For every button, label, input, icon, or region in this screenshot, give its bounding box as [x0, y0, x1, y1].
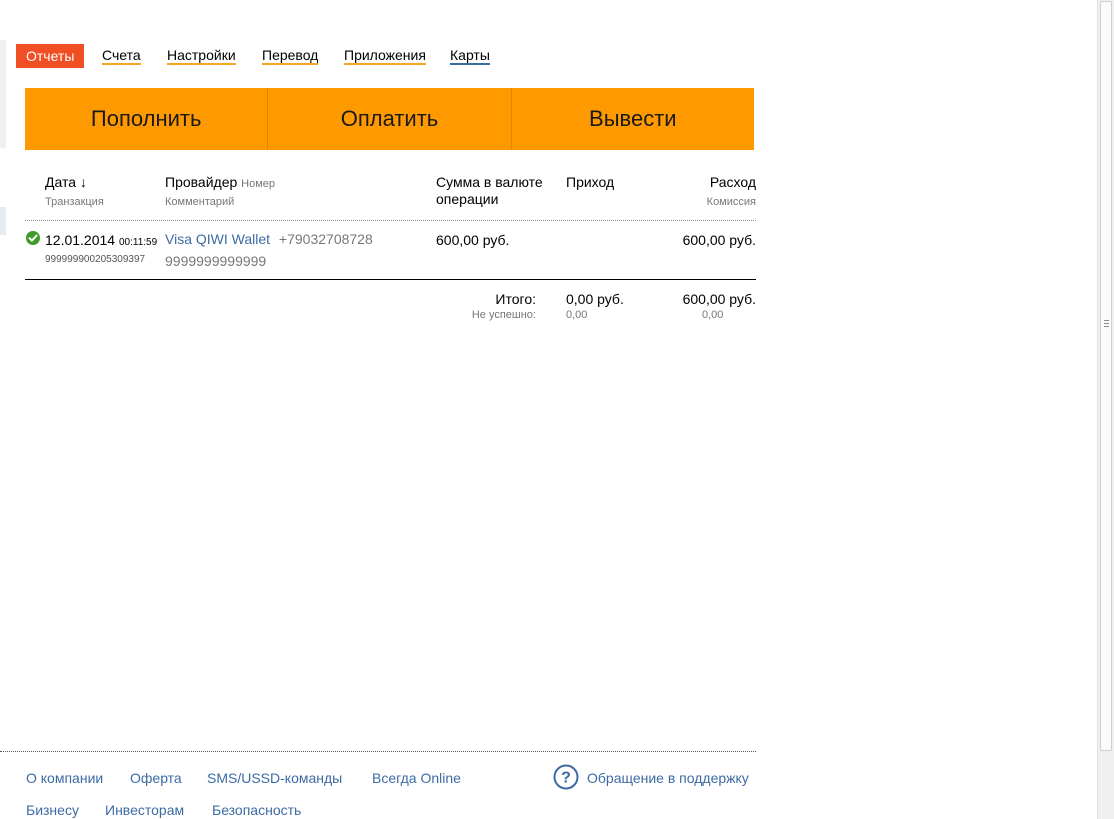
- footer-divider: [0, 751, 756, 752]
- row-provider-cell: Visa QIWI Wallet +79032708728: [165, 231, 373, 247]
- income-column-header: Приход: [566, 174, 615, 190]
- footer-link-about[interactable]: О компании: [26, 770, 103, 786]
- provider-header-label: Провайдер: [165, 174, 238, 190]
- tab-settings-label: Настройки: [167, 47, 236, 65]
- action-bar: Пополнить Оплатить Вывести: [25, 88, 754, 150]
- failed-label: Не успешно:: [471, 309, 536, 321]
- footer-link-security[interactable]: Безопасность: [212, 802, 301, 818]
- pay-button[interactable]: Оплатить: [267, 88, 510, 150]
- row-time: 00:11:59: [118, 237, 158, 248]
- failed-expense: 0,00: [702, 309, 724, 321]
- tab-cards[interactable]: Карты: [450, 44, 490, 68]
- provider-column-header: Провайдер Номер: [165, 174, 275, 190]
- number-header-label: Номер: [241, 178, 276, 190]
- withdraw-button[interactable]: Вывести: [510, 88, 754, 150]
- footer-link-investors[interactable]: Инвесторам: [105, 802, 184, 818]
- commission-column-header: Комиссия: [706, 196, 756, 208]
- footer-link-offer[interactable]: Оферта: [130, 770, 182, 786]
- row-datetime: 12.01.2014 00:11:59: [45, 232, 157, 248]
- tab-cards-label: Карты: [450, 47, 490, 65]
- tab-settings[interactable]: Настройки: [167, 44, 236, 68]
- vertical-scrollbar[interactable]: [1097, 0, 1114, 819]
- expense-column-header: Расход: [709, 174, 756, 190]
- tab-reports[interactable]: Отчеты: [16, 44, 85, 68]
- help-question-icon[interactable]: ?: [553, 764, 579, 790]
- footer-link-business[interactable]: Бизнесу: [26, 802, 79, 818]
- tab-apps[interactable]: Приложения: [344, 44, 426, 68]
- tab-transfer-label: Перевод: [262, 47, 319, 65]
- row-expense: 600,00 руб.: [682, 232, 756, 248]
- row-amount: 600,00 руб.: [436, 232, 510, 248]
- totals-divider: [25, 279, 756, 280]
- topup-button[interactable]: Пополнить: [25, 88, 267, 150]
- tab-accounts[interactable]: Счета: [102, 44, 141, 68]
- footer-link-sms-ussd[interactable]: SMS/USSD-команды: [207, 770, 342, 786]
- svg-text:?: ?: [561, 770, 571, 787]
- date-column-header[interactable]: Дата ↓: [45, 174, 87, 190]
- left-panel-edge-item: [0, 207, 6, 235]
- row-transaction-id: 999999900205309397: [45, 254, 146, 265]
- header-divider: [25, 220, 756, 221]
- support-link[interactable]: Обращение в поддержку: [587, 770, 749, 786]
- footer-link-always-online[interactable]: Всегда Online: [372, 770, 461, 786]
- transaction-column-header: Транзакция: [45, 196, 104, 208]
- row-date: 12.01.2014: [45, 232, 116, 248]
- tab-accounts-label: Счета: [102, 47, 141, 65]
- row-provider-link[interactable]: Visa QIWI Wallet: [165, 231, 270, 247]
- left-panel-edge: [0, 40, 6, 148]
- tab-transfer[interactable]: Перевод: [262, 44, 319, 68]
- comment-column-header: Комментарий: [165, 196, 235, 208]
- tab-reports-label: Отчеты: [26, 48, 75, 64]
- tab-apps-label: Приложения: [344, 47, 426, 65]
- amount-column-header: Сумма в валюте операции: [436, 174, 543, 207]
- failed-income: 0,00: [566, 309, 588, 321]
- row-number: +79032708728: [278, 231, 373, 247]
- scrollbar-thumb[interactable]: [1100, 1, 1112, 751]
- totals-label: Итого:: [495, 291, 536, 307]
- scrollbar-grip-icon: [1104, 320, 1109, 329]
- totals-expense: 600,00 руб.: [682, 291, 756, 307]
- totals-income: 0,00 руб.: [566, 291, 624, 307]
- success-check-icon: [26, 231, 40, 245]
- row-comment: 9999999999999: [165, 253, 267, 269]
